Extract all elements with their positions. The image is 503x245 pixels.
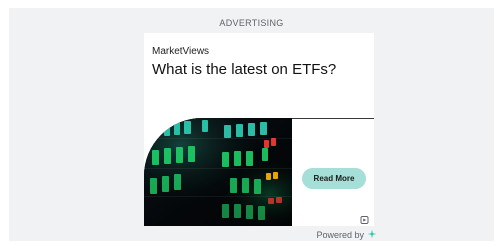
powered-by-label: Powered by xyxy=(316,230,364,240)
powered-by[interactable]: Powered by xyxy=(316,229,377,241)
ad-headline[interactable]: What is the latest on ETFs? xyxy=(152,61,336,78)
ad-card[interactable]: MarketViews What is the latest on ETFs? xyxy=(144,33,374,226)
stock-ticker-board-illustration xyxy=(144,118,292,226)
cta-area[interactable]: Read More xyxy=(292,118,374,226)
read-more-button[interactable]: Read More xyxy=(302,168,366,189)
adchoices-icon[interactable] xyxy=(360,212,370,224)
ad-header-label: ADVERTISING xyxy=(219,18,284,28)
powered-by-logo-icon xyxy=(367,229,377,241)
advertiser-name[interactable]: MarketViews xyxy=(152,46,209,57)
ad-frame: ADVERTISING MarketViews What is the late… xyxy=(9,8,494,241)
stock-ticker-board-image[interactable] xyxy=(144,118,292,226)
